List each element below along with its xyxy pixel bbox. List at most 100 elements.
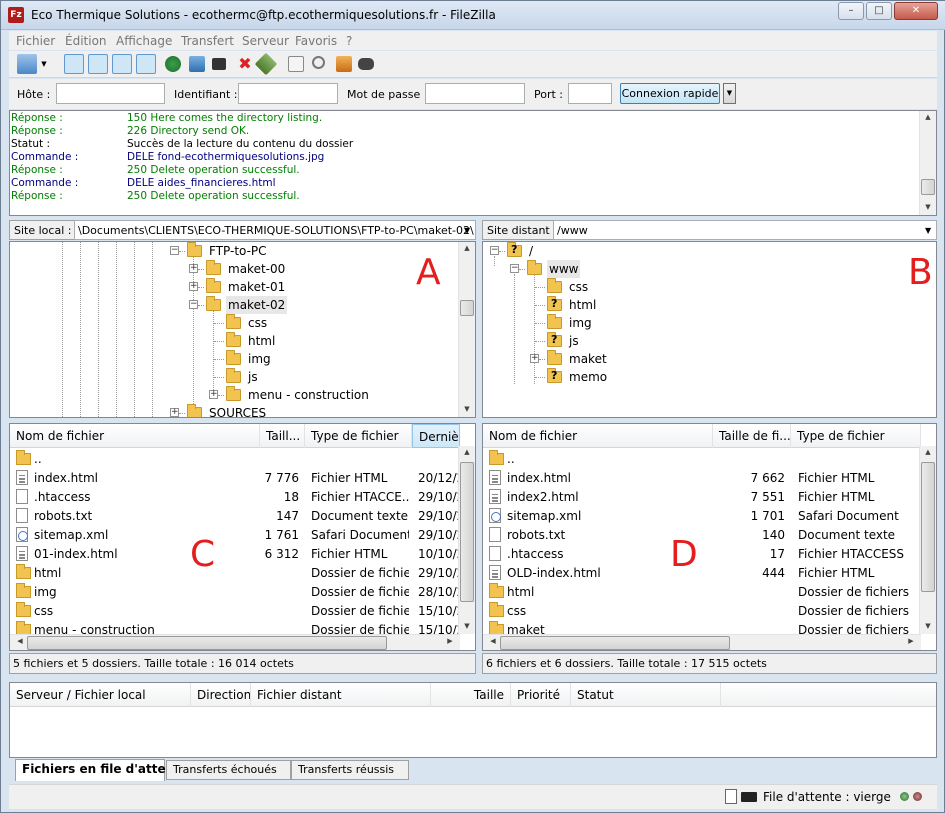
file-row[interactable]: img Dossier de fichiers 28/10/20 bbox=[10, 583, 462, 602]
tree-node-js[interactable]: ? js bbox=[535, 332, 847, 350]
tree-node-img[interactable]: img bbox=[214, 350, 475, 368]
file-row[interactable]: index.html 7 662 Fichier HTML bbox=[483, 469, 921, 488]
tree-node-menu-construction[interactable]: + menu - construction bbox=[209, 386, 475, 404]
expand-icon[interactable]: + bbox=[170, 408, 179, 417]
local-tree-scroll-thumb[interactable] bbox=[460, 300, 474, 316]
menu-transfert[interactable]: Transfert bbox=[181, 34, 234, 48]
remote-path-dropdown-icon[interactable]: ▼ bbox=[925, 226, 931, 235]
file-row[interactable]: css Dossier de fichiers 15/10/20 bbox=[10, 602, 462, 621]
local-list-hscrollbar[interactable]: ◀ ▶ bbox=[10, 634, 460, 650]
expand-icon[interactable]: + bbox=[189, 264, 198, 273]
remote-file-list[interactable]: Nom de fichier Taille de fi... Type de f… bbox=[482, 423, 937, 651]
scroll-down-icon[interactable]: ▼ bbox=[920, 203, 936, 211]
tab-failed-transfers[interactable]: Transferts échoués bbox=[166, 760, 291, 780]
collapse-icon[interactable]: − bbox=[490, 246, 499, 255]
remote-col-name[interactable]: Nom de fichier bbox=[483, 424, 713, 448]
file-row[interactable]: html Dossier de fichiers 29/10/20 bbox=[10, 564, 462, 583]
file-row[interactable]: index2.html 7 551 Fichier HTML bbox=[483, 488, 921, 507]
log-scroll-thumb[interactable] bbox=[921, 179, 935, 195]
queue-col-priority[interactable]: Priorité bbox=[511, 683, 571, 707]
collapse-icon[interactable]: − bbox=[170, 246, 179, 255]
queue-col-server[interactable]: Serveur / Fichier local bbox=[10, 683, 191, 707]
file-row[interactable]: index.html 7 776 Fichier HTML 20/12/20 bbox=[10, 469, 462, 488]
menu-affichage[interactable]: Affichage bbox=[116, 34, 172, 48]
remote-path-input[interactable]: /www bbox=[553, 220, 937, 240]
tree-node-html[interactable]: html bbox=[214, 332, 475, 350]
tab-successful-transfers[interactable]: Transferts réussis bbox=[291, 760, 409, 780]
process-queue-icon[interactable] bbox=[189, 56, 205, 72]
cancel-operation-icon[interactable] bbox=[212, 58, 226, 70]
tree-node-html[interactable]: ? html bbox=[535, 296, 847, 314]
expand-icon[interactable]: + bbox=[530, 354, 539, 363]
local-col-type[interactable]: Type de fichier bbox=[305, 424, 412, 448]
port-input[interactable] bbox=[568, 83, 612, 104]
local-col-size[interactable]: Taill... bbox=[260, 424, 305, 448]
tree-node--[interactable]: −? / bbox=[490, 242, 807, 260]
toggle-log-icon[interactable] bbox=[64, 54, 84, 74]
remote-directory-tree[interactable]: −? / − www css? html img? js + maket? memo B bbox=[482, 241, 937, 418]
scroll-up-icon[interactable]: ▲ bbox=[459, 448, 475, 456]
scroll-left-icon[interactable]: ◀ bbox=[12, 637, 28, 645]
file-row[interactable]: .htaccess 17 Fichier HTACCESS bbox=[483, 545, 921, 564]
directory-listing-filter-icon[interactable] bbox=[288, 56, 304, 72]
scroll-left-icon[interactable]: ◀ bbox=[485, 637, 501, 645]
tree-node-maket-02[interactable]: − maket-02 bbox=[189, 296, 475, 314]
file-row[interactable]: robots.txt 140 Document texte bbox=[483, 526, 921, 545]
user-input[interactable] bbox=[238, 83, 338, 104]
message-log[interactable]: Réponse : 150 Here comes the directory li… bbox=[9, 110, 937, 216]
expand-icon[interactable]: + bbox=[189, 282, 198, 291]
scroll-up-icon[interactable]: ▲ bbox=[459, 244, 475, 252]
remote-col-type[interactable]: Type de fichier bbox=[791, 424, 921, 448]
maximize-button[interactable]: □ bbox=[866, 2, 892, 20]
local-list-vscrollbar[interactable]: ▲ ▼ bbox=[458, 446, 475, 634]
file-row[interactable]: sitemap.xml 1 701 Safari Document bbox=[483, 507, 921, 526]
queue-col-direction[interactable]: Direction bbox=[191, 683, 251, 707]
tree-node-img[interactable]: img bbox=[535, 314, 847, 332]
local-tree-scrollbar[interactable]: ▲ ▼ bbox=[458, 242, 475, 417]
scroll-down-icon[interactable]: ▼ bbox=[459, 622, 475, 630]
file-row[interactable]: robots.txt 147 Document texte 29/10/20 bbox=[10, 507, 462, 526]
remote-list-vscrollbar[interactable]: ▲ ▼ bbox=[919, 446, 936, 634]
menu-favoris[interactable]: Favoris bbox=[295, 34, 337, 48]
site-manager-icon[interactable] bbox=[17, 54, 37, 74]
quickconnect-history-dropdown[interactable]: ▼ bbox=[723, 83, 736, 104]
scroll-up-icon[interactable]: ▲ bbox=[920, 113, 936, 121]
file-row[interactable]: 01-index.html 6 312 Fichier HTML 10/10/20 bbox=[10, 545, 462, 564]
toggle-local-tree-icon[interactable] bbox=[88, 54, 108, 74]
password-input[interactable] bbox=[425, 83, 525, 104]
remote-list-hscroll-thumb[interactable] bbox=[500, 636, 730, 650]
local-directory-tree[interactable]: − FTP-to-PC + maket-00 + maket-01 − maket-02 css… bbox=[9, 241, 476, 418]
local-path-input[interactable]: \Documents\CLIENTS\ECO-THERMIQUE-SOLUTIO… bbox=[74, 220, 476, 240]
menu-serveur[interactable]: Serveur bbox=[242, 34, 289, 48]
scroll-right-icon[interactable]: ▶ bbox=[903, 637, 919, 645]
tab-queued-files[interactable]: Fichiers en file d'attente bbox=[15, 759, 188, 781]
log-scrollbar[interactable]: ▲ ▼ bbox=[919, 111, 936, 215]
menu-fichier[interactable]: Fichier bbox=[16, 34, 55, 48]
menu-edition[interactable]: Édition bbox=[65, 34, 107, 48]
tree-node-css[interactable]: css bbox=[214, 314, 475, 332]
file-row[interactable]: sitemap.xml 1 761 Safari Document 29/10/20 bbox=[10, 526, 462, 545]
scroll-down-icon[interactable]: ▼ bbox=[920, 622, 936, 630]
menu-help[interactable]: ? bbox=[346, 34, 352, 48]
reconnect-icon[interactable] bbox=[254, 52, 278, 76]
scroll-up-icon[interactable]: ▲ bbox=[920, 448, 936, 456]
tree-node-maket[interactable]: + maket bbox=[530, 350, 847, 368]
tree-node-www[interactable]: − www bbox=[510, 260, 827, 278]
file-row[interactable]: .. bbox=[10, 450, 460, 469]
toggle-queue-icon[interactable] bbox=[136, 54, 156, 74]
tree-node-memo[interactable]: ? memo bbox=[535, 368, 847, 386]
file-row[interactable]: html Dossier de fichiers bbox=[483, 583, 921, 602]
host-input[interactable] bbox=[56, 83, 165, 104]
expand-icon[interactable]: + bbox=[209, 390, 218, 399]
quickconnect-button[interactable]: Connexion rapide bbox=[620, 83, 720, 104]
file-row[interactable]: OLD-index.html 444 Fichier HTML bbox=[483, 564, 921, 583]
search-icon[interactable] bbox=[312, 56, 325, 69]
tree-node-css[interactable]: css bbox=[535, 278, 847, 296]
refresh-icon[interactable] bbox=[165, 56, 181, 72]
file-row[interactable]: .htaccess 18 Fichier HTACCE... 29/10/20 bbox=[10, 488, 462, 507]
local-list-vscroll-thumb[interactable] bbox=[460, 462, 474, 602]
sync-browsing-icon[interactable] bbox=[336, 56, 352, 72]
find-files-icon[interactable] bbox=[358, 58, 374, 70]
local-path-dropdown-icon[interactable]: ▼ bbox=[464, 226, 470, 235]
site-manager-dropdown-icon[interactable]: ▼ bbox=[39, 54, 49, 74]
